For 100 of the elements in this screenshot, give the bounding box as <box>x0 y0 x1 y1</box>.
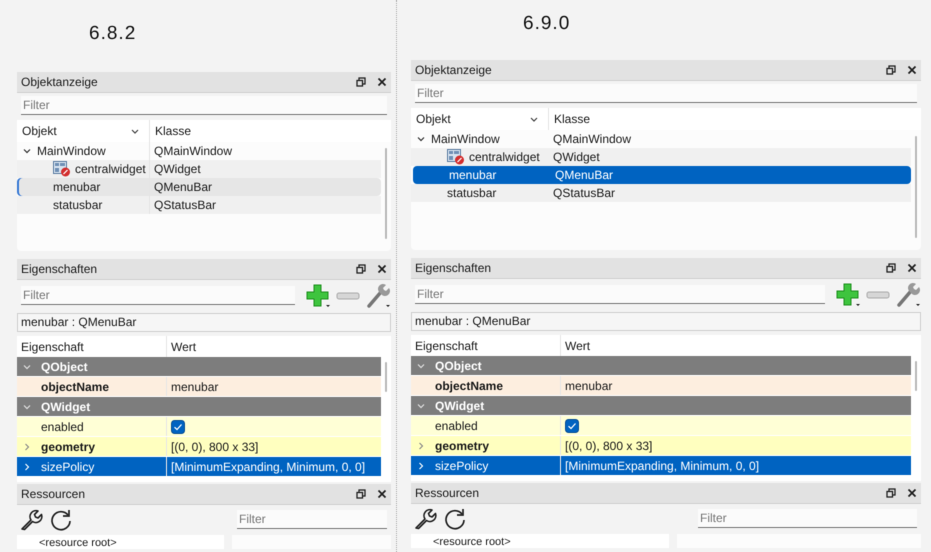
column-header[interactable]: Wert <box>561 335 911 356</box>
property-name: sizePolicy <box>41 460 94 474</box>
property-name: objectName <box>435 378 504 392</box>
filter-field[interactable]: Filter <box>21 286 295 304</box>
refresh-icon[interactable] <box>49 508 73 532</box>
close-icon[interactable] <box>377 489 387 499</box>
property-row[interactable]: enabled <box>411 416 911 436</box>
property-name: enabled <box>435 418 478 432</box>
caret-icon[interactable] <box>417 462 425 470</box>
filter-field[interactable]: Filter <box>415 84 917 103</box>
filter-field[interactable]: Filter <box>698 509 917 528</box>
property-row[interactable]: objectName menubar <box>411 376 911 396</box>
scrollbar[interactable] <box>915 136 917 238</box>
float-icon[interactable] <box>356 77 366 87</box>
class-name: QMenuBar <box>154 180 212 194</box>
class-name: QStatusBar <box>553 186 616 200</box>
caret-icon[interactable] <box>23 147 31 155</box>
class-name: QWidget <box>154 162 201 176</box>
property-row[interactable]: sizePolicy [MinimumExpanding, Minimum, 0, 0] <box>17 457 381 477</box>
property-value: menubar <box>171 380 218 394</box>
widget-icon <box>447 149 465 165</box>
caret-icon[interactable] <box>23 462 31 470</box>
object-name: centralwidget <box>75 162 146 176</box>
dock-title: Ressourcen <box>415 486 480 500</box>
column-header[interactable]: Klasse <box>549 108 921 130</box>
property-value: [(0, 0), 800 x 33] <box>171 440 258 454</box>
object-class-label: menubar : QMenuBar <box>411 312 921 331</box>
object-name: centralwidget <box>469 150 540 164</box>
wrench-icon[interactable] <box>19 508 43 532</box>
tree-row[interactable]: centralwidget QWidget <box>411 148 911 166</box>
property-row[interactable]: enabled <box>17 417 381 437</box>
object-name: MainWindow <box>37 144 106 158</box>
property-name: geometry <box>41 440 96 454</box>
column-header[interactable]: Objekt <box>411 108 549 130</box>
property-group-row[interactable]: QObject <box>411 356 911 376</box>
close-icon[interactable] <box>907 263 917 273</box>
property-name: geometry <box>435 438 490 452</box>
column-header[interactable]: Klasse <box>150 120 391 142</box>
tree-row[interactable]: menubar QMenuBar <box>17 178 381 196</box>
close-icon[interactable] <box>377 264 387 274</box>
property-row[interactable]: geometry [(0, 0), 800 x 33] <box>17 437 381 457</box>
property-group-row[interactable]: QWidget <box>17 397 381 417</box>
scrollbar[interactable] <box>385 148 387 239</box>
property-value: [(0, 0), 800 x 33] <box>565 438 652 452</box>
property-row[interactable]: sizePolicy [MinimumExpanding, Minimum, 0, 0] <box>411 456 911 476</box>
class-name: QMainWindow <box>553 132 632 146</box>
property-row[interactable]: geometry [(0, 0), 800 x 33] <box>411 436 911 456</box>
object-name: statusbar <box>53 198 102 212</box>
property-name: enabled <box>41 420 84 434</box>
checkbox[interactable] <box>565 418 579 432</box>
close-icon[interactable] <box>907 65 917 75</box>
add-icon[interactable] <box>835 282 861 308</box>
close-icon[interactable] <box>907 488 917 498</box>
property-value: [MinimumExpanding, Minimum, 0, 0] <box>171 460 366 474</box>
scrollbar[interactable] <box>915 361 917 391</box>
close-icon[interactable] <box>377 77 387 87</box>
widget-icon <box>53 161 71 177</box>
object-name: statusbar <box>447 186 496 200</box>
filter-field[interactable]: Filter <box>21 96 387 115</box>
refresh-icon[interactable] <box>443 507 467 531</box>
tree-row[interactable]: menubar QMenuBar <box>413 166 911 184</box>
class-name: QStatusBar <box>154 198 216 212</box>
version-label: 6.9.0 <box>523 13 570 35</box>
resource-root[interactable]: <resource root> <box>39 537 117 549</box>
tree-row[interactable]: MainWindow QMainWindow <box>411 130 911 148</box>
float-icon[interactable] <box>886 263 896 273</box>
property-value: menubar <box>565 378 612 392</box>
filter-field[interactable]: Filter <box>415 284 825 304</box>
scrollbar[interactable] <box>385 362 387 392</box>
object-name: menubar <box>449 168 496 182</box>
dock-title: Eigenschaften <box>21 262 98 276</box>
dock-title: Eigenschaften <box>415 261 492 275</box>
tree-row[interactable]: statusbar QStatusBar <box>411 184 911 202</box>
checkbox[interactable] <box>171 420 185 434</box>
tree-row[interactable]: centralwidget QWidget <box>17 160 381 178</box>
filter-field[interactable]: Filter <box>237 510 387 529</box>
object-class-label: menubar : QMenuBar <box>17 313 391 332</box>
caret-icon <box>530 116 538 122</box>
version-label: 6.8.2 <box>89 23 136 45</box>
tree-row[interactable]: statusbar QStatusBar <box>17 196 381 214</box>
property-group-row[interactable]: QWidget <box>411 396 911 416</box>
add-icon[interactable] <box>305 282 331 308</box>
property-row[interactable]: objectName menubar <box>17 377 381 397</box>
property-name: sizePolicy <box>435 458 488 472</box>
property-name: objectName <box>41 380 110 394</box>
column-header[interactable]: Wert <box>167 336 381 357</box>
class-name: QMenuBar <box>555 168 614 182</box>
dock-title: Objektanzeige <box>21 75 99 89</box>
float-icon[interactable] <box>886 488 896 498</box>
column-header[interactable]: Objekt <box>17 120 150 142</box>
float-icon[interactable] <box>356 489 366 499</box>
dock-title: Objektanzeige <box>415 63 493 77</box>
resource-root[interactable]: <resource root> <box>433 536 511 548</box>
caret-icon <box>131 128 139 134</box>
wrench-icon[interactable] <box>413 507 437 531</box>
property-group-row[interactable]: QObject <box>17 357 381 377</box>
object-name: menubar <box>53 180 100 194</box>
caret-icon[interactable] <box>417 135 425 143</box>
float-icon[interactable] <box>356 264 366 274</box>
float-icon[interactable] <box>886 65 896 75</box>
